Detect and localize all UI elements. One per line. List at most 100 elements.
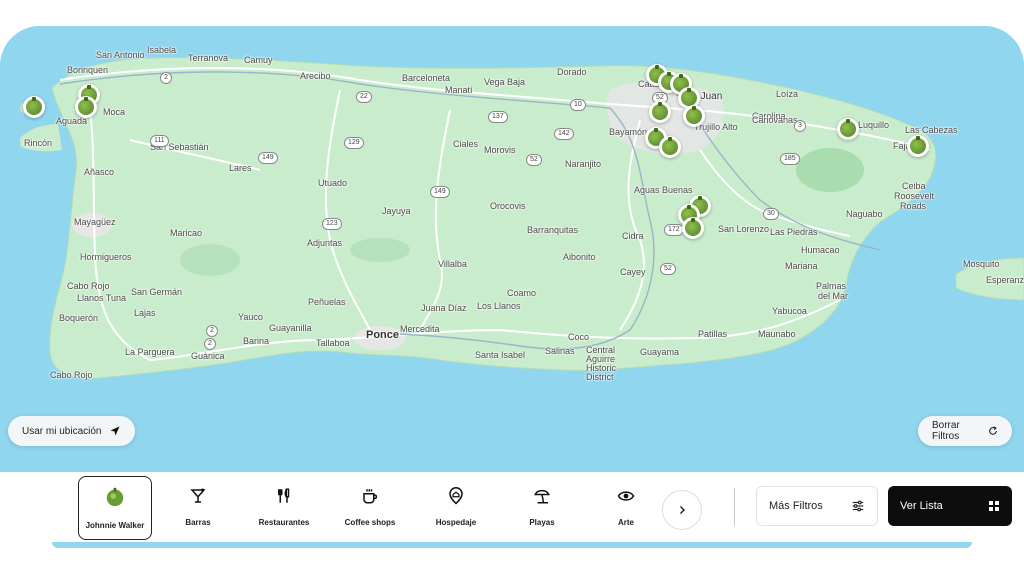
map-label: Orocovis [490,201,526,211]
map-label: Ponce [366,329,400,341]
johnnie-walker-map-pin[interactable] [683,105,705,127]
johnnie-walker-map-pin[interactable] [23,96,45,118]
clear-filters-button[interactable]: Borrar Filtros [918,416,1012,446]
map-label: San Lorenzo [718,224,770,234]
map-label: Bayamón [609,127,648,137]
map-label: Yabucoa [772,306,807,316]
category-label: Johnnie Walker [85,521,145,530]
johnnie-walker-ball-icon [78,99,94,115]
category-label: Playas [529,518,555,527]
route-shield: 2 [206,325,218,337]
map-label: Guánica [191,351,225,361]
johnnie-walker-ball-icon [104,486,126,513]
route-shield: 2 [160,72,172,84]
map-label: Mariana [785,261,818,271]
map-label: Maunabo [758,329,796,339]
map-label: Dorado [557,67,587,77]
map-label: Roosevelt [894,191,935,201]
bottom-filter-bar: Johnnie Walker Barras Restaurantes Coffee s… [0,472,1024,576]
johnnie-walker-ball-icon [26,99,42,115]
location-house-icon [447,487,465,510]
beach-umbrella-icon [533,487,551,510]
route-shield: 149 [258,152,278,164]
category-label: Restaurantes [258,518,310,527]
map-label: Añasco [84,167,115,177]
route-shield: 22 [356,91,372,103]
map-label: Peñuelas [308,297,346,307]
category-coffee-cup[interactable]: Coffee shops [334,476,406,538]
johnnie-walker-ball-icon [681,90,697,106]
map-label: Ciales [453,139,479,149]
cutlery-icon [275,487,293,510]
category-label: Hospedaje [435,518,477,527]
map-label: Llanos Tuna [77,293,127,303]
map-label: Hormigueros [80,252,132,262]
johnnie-walker-ball-icon [685,220,701,236]
cocktail-icon [189,487,207,510]
map-label: Las Cabezas [905,125,958,135]
category-label: Coffee shops [344,518,396,527]
map-label: Juana Díaz [421,303,467,313]
sliders-icon [852,500,864,512]
view-list-label: Ver Lista [900,500,943,512]
category-cutlery[interactable]: Restaurantes [248,476,320,538]
map-label: Ceiba [902,181,926,191]
route-shield: 52 [660,263,676,275]
map-label: Coamo [507,288,537,298]
route-shield: 52 [526,154,542,166]
route-shield: 2 [204,338,216,350]
map-label: Aibonito [563,252,596,262]
route-shield: 149 [430,186,450,198]
route-shield: 123 [322,218,342,230]
view-list-button[interactable]: Ver Lista [888,486,1012,526]
map-label: Cabo Rojo [50,370,93,380]
map-label: Esperanza [986,275,1024,285]
map-label: Yauco [238,312,263,322]
map-label: Morovis [484,145,516,155]
johnnie-walker-ball-icon [686,108,702,124]
map-label: Cayey [620,267,646,277]
map-label: Lares [229,163,252,173]
map-label: Canóvanas [752,115,798,125]
route-shield: 137 [488,111,508,123]
category-cocktail[interactable]: Barras [162,476,234,538]
johnnie-walker-map-pin[interactable] [659,136,681,158]
map-label: Mayagüez [74,217,116,227]
more-filters-button[interactable]: Más Filtros [756,486,878,526]
map-label: Cidra [622,231,644,241]
refresh-icon [989,426,997,435]
map-label: Los Llanos [477,301,521,311]
map-label: Humacao [801,245,840,255]
map-label: Camuy [244,55,273,65]
use-my-location-label: Usar mi ubicación [22,425,102,437]
category-eye[interactable]: Arte [590,476,662,538]
map-label: San Antonio [96,50,145,60]
category-johnnie-walker-ball[interactable]: Johnnie Walker [78,476,152,540]
johnnie-walker-ball-icon [662,139,678,155]
map-label: Maricao [170,228,203,238]
johnnie-walker-map-pin[interactable] [907,135,929,157]
johnnie-walker-map-pin[interactable] [837,118,859,140]
forest-maricao [180,244,240,276]
category-location-house[interactable]: Hospedaje [420,476,492,538]
map-label: Utuado [318,178,348,188]
clear-filters-label: Borrar Filtros [932,420,960,442]
more-filters-label: Más Filtros [769,500,823,512]
johnnie-walker-map-pin[interactable] [75,96,97,118]
map-view[interactable]: Ponce San Juan Isabela Terranova Camuy San An… [0,26,1024,548]
page: Ponce San Juan Isabela Terranova Camuy San An… [0,0,1024,576]
map-label: Adjuntas [307,238,343,248]
johnnie-walker-map-pin[interactable] [682,217,704,239]
map-label: Isabela [147,45,177,55]
map-label: Guayanilla [269,323,312,333]
route-shield: 129 [344,137,364,149]
map-label: Coco [568,332,590,342]
next-categories-button[interactable] [662,490,702,530]
map-label: Jayuya [382,206,411,216]
johnnie-walker-map-pin[interactable] [649,101,671,123]
map-label: Moca [103,107,126,117]
map-label: del Mar [818,291,849,301]
use-my-location-button[interactable]: Usar mi ubicación [8,416,136,446]
category-beach-umbrella[interactable]: Playas [506,476,578,538]
route-shield: 142 [554,128,574,140]
